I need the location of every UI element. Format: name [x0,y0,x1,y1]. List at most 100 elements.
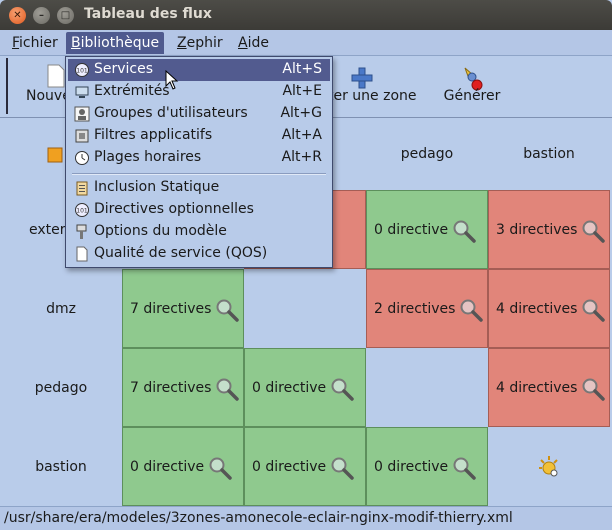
flow-cell-label: 0 directive [252,458,327,475]
status-bar: /usr/share/era/modeles/3zones-amonecole-… [0,506,612,530]
flow-cell-label: 7 directives [130,300,212,317]
magnifier-icon[interactable] [330,377,354,401]
maximize-window-button[interactable]: □ [57,7,74,24]
magnifier-icon[interactable] [208,456,232,480]
flow-cell-label: 7 directives [130,379,212,396]
flow-cell-label: 4 directives [496,379,578,396]
services-icon: 101 [75,63,89,77]
flow-cell-label: 4 directives [496,300,578,317]
svg-text:101: 101 [76,208,88,215]
clipboard-icon [76,181,88,196]
minimize-window-button[interactable]: – [33,7,50,24]
menu-item-label: Services [94,61,154,77]
close-window-button[interactable]: ✕ [9,7,26,24]
flow-cell[interactable]: 0 directive [366,427,488,506]
document-icon [76,246,88,262]
flow-cell[interactable]: 0 directive [122,427,244,506]
user-group-icon [74,106,90,122]
flow-cell[interactable]: 4 directives [488,348,610,427]
add-zone-button[interactable]: ter une zone [320,60,430,114]
bibliotheque-menu: 101 Services Alt+S Extrémités Alt+E Grou… [65,56,333,268]
menu-aide[interactable]: Aide [233,32,274,54]
magnifier-icon[interactable] [452,219,476,243]
flow-cell-label: 0 directive [130,458,205,475]
flow-cell[interactable]: 7 directives [122,348,244,427]
menu-bibliotheque[interactable]: Bibliothèque [66,32,165,54]
generate-button[interactable]: Générer [436,60,508,114]
row-header-pedago: pedago [34,379,88,396]
flow-cell[interactable]: 0 directive [366,190,488,269]
flow-cell-label: 3 directives [496,221,578,238]
menu-item-accel: Alt+A [281,127,322,143]
menu-item-label: Extrémités [94,83,170,99]
flow-cell[interactable]: 0 directive [244,427,366,506]
menu-item-directives[interactable]: 101 Directives optionnelles [68,199,330,221]
menu-item-filtres[interactable]: Filtres applicatifs Alt+A [68,125,330,147]
flow-cell[interactable]: 3 directives [488,190,610,269]
menu-fichier-mnemonic: F [12,35,20,51]
menu-item-services[interactable]: 101 Services Alt+S [68,59,330,81]
menu-aide-mnemonic: A [238,35,248,51]
svg-text:101: 101 [76,68,88,75]
menu-item-plages[interactable]: Plages horaires Alt+R [68,147,330,169]
menu-bar: Fichier Bibliothèque Zephir Aide [0,30,612,56]
menu-item-accel: Alt+R [281,149,322,165]
menu-item-options[interactable]: Options du modèle [68,221,330,243]
menu-separator [72,173,326,175]
sun-settings-icon [539,455,558,476]
menu-fichier[interactable]: Fichier [7,32,63,54]
endpoints-icon [75,86,89,98]
flow-cell[interactable]: 0 directive [244,348,366,427]
flow-cell[interactable]: 4 directives [488,269,610,348]
add-zone-button-label: ter une zone [328,88,417,104]
magnifier-icon[interactable] [581,219,606,243]
menu-item-label: Groupes d'utilisateurs [94,105,248,121]
menu-fichier-rest: ichier [19,35,58,51]
title-bar: ✕ – □ Tableau des flux [0,0,612,30]
new-document-icon [47,64,65,88]
flow-cell-label: 2 directives [374,300,456,317]
menu-bibliotheque-mnemonic: B [71,35,81,51]
menu-zephir[interactable]: Zephir [172,32,228,54]
menu-item-label: Directives optionnelles [94,201,254,217]
magnifier-icon[interactable] [215,298,240,322]
menu-item-accel: Alt+G [280,105,322,121]
menu-item-label: Qualité de service (QOS) [94,245,268,261]
magnifier-icon[interactable] [581,298,606,322]
magnifier-icon[interactable] [215,377,240,401]
menu-aide-rest: ide [247,35,269,51]
toolbar-handle [6,58,12,114]
menu-zephir-mnemonic: Z [177,35,187,51]
menu-item-label: Plages horaires [94,149,202,165]
generate-button-label: Générer [443,88,501,104]
menu-item-qos[interactable]: Qualité de service (QOS) [68,243,330,265]
window-title: Tableau des flux [84,6,212,22]
filter-icon [75,129,89,143]
flow-cell-label: 0 directive [374,458,449,475]
col-header-bastion: bastion [523,146,575,162]
magnifier-icon[interactable] [330,456,354,480]
row-header-dmz: dmz [46,300,76,317]
magnifier-icon[interactable] [459,298,484,322]
clock-icon [75,151,89,165]
magnifier-icon[interactable] [581,377,606,401]
menu-item-extremites[interactable]: Extrémités Alt+E [68,81,330,103]
menu-bibliotheque-rest: ibliothèque [80,35,160,51]
flow-cell[interactable]: 7 directives [122,269,244,348]
menu-item-inclusion[interactable]: Inclusion Statique [68,177,330,199]
flow-cell-empty [366,348,488,427]
magnifier-icon[interactable] [452,456,476,480]
menu-item-label: Options du modèle [94,223,227,239]
mouse-cursor-icon [165,70,179,90]
col-header-pedago: pedago [400,146,454,162]
flow-cell-self[interactable] [488,427,610,506]
add-icon [351,67,373,89]
wrench-icon [76,224,87,239]
menu-item-label: Inclusion Statique [94,179,220,195]
menu-item-accel: Alt+E [282,83,322,99]
menu-item-label: Filtres applicatifs [94,127,213,143]
flow-cell[interactable]: 2 directives [366,269,488,348]
menu-item-groupes[interactable]: Groupes d'utilisateurs Alt+G [68,103,330,125]
flow-cell-label: 0 directive [374,221,449,238]
directives-icon: 101 [75,203,89,217]
